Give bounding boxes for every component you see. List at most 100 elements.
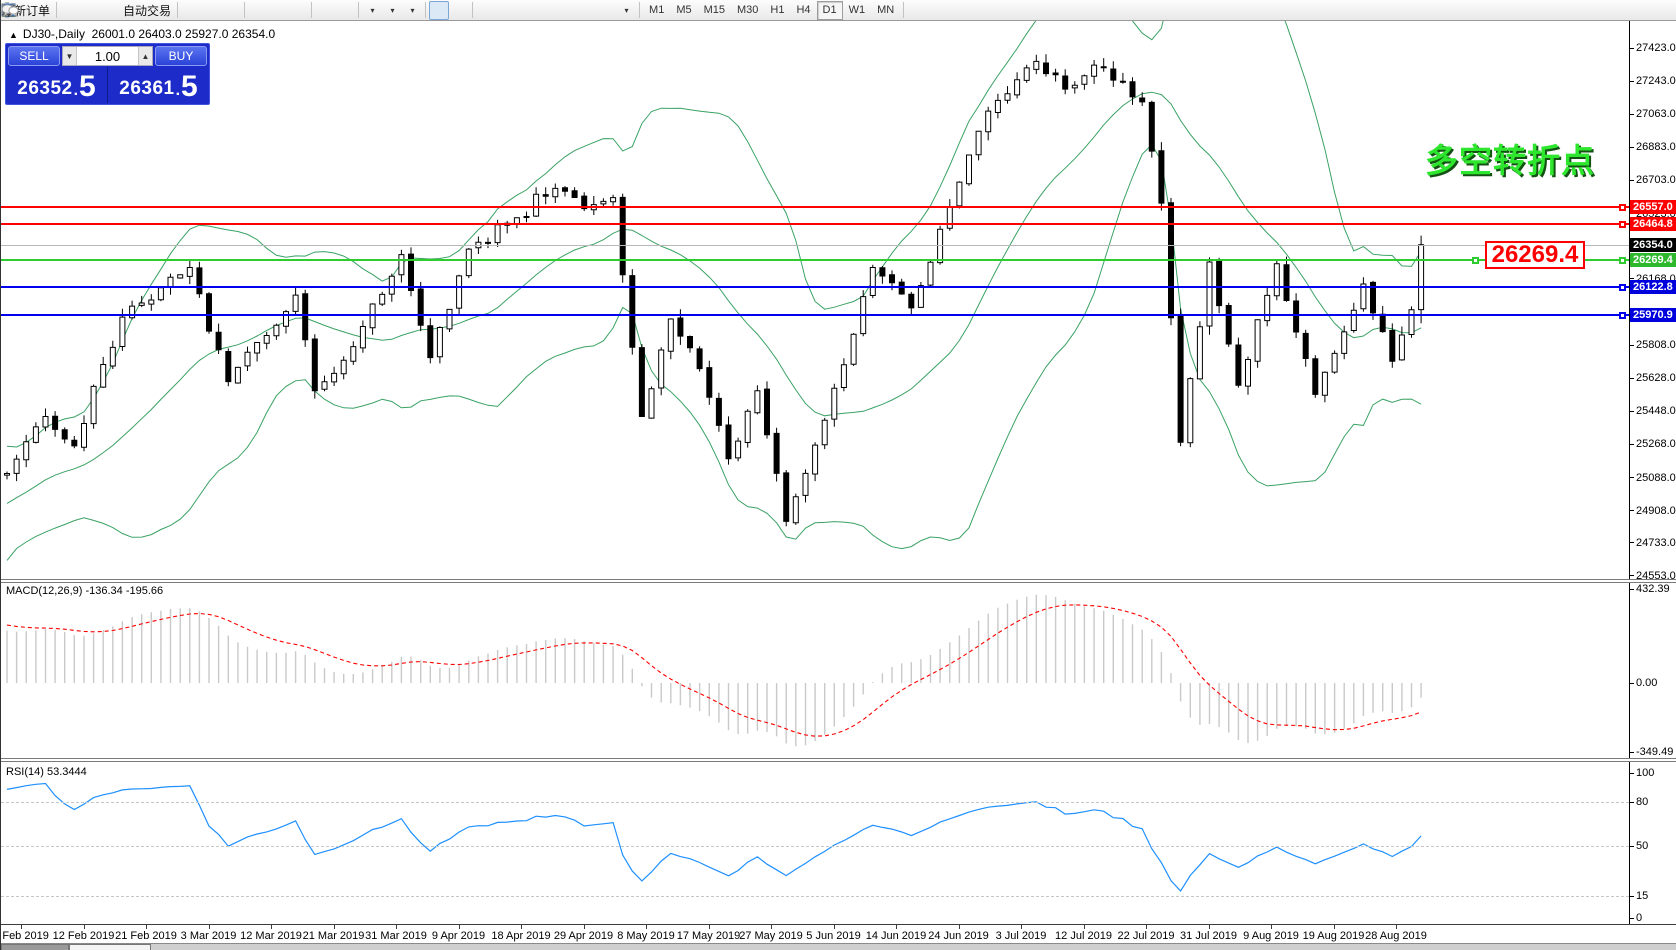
level-line-red[interactable] [1, 206, 1629, 208]
templates-button[interactable]: ▾ [402, 1, 422, 20]
toolbar-separator [177, 2, 178, 18]
volume-increase-button[interactable]: ▲ [138, 47, 152, 65]
level-line-green[interactable] [1, 259, 1629, 261]
chat-button[interactable] [1507, 1, 1527, 20]
line-end-marker[interactable] [1619, 284, 1626, 291]
date-axis[interactable]: 3 Feb 201912 Feb 201921 Feb 20193 Mar 20… [1, 924, 1676, 943]
timeframe-bar: M1M5M15M30H1H4D1W1MN [643, 1, 900, 20]
ohlc-values: 26001.0 26403.0 25927.0 26354.0 [92, 27, 276, 41]
price-tick-mark [1630, 147, 1634, 148]
timeframe-button-D1[interactable]: D1 [817, 1, 843, 20]
sell-button[interactable]: SELL [8, 46, 60, 66]
zoom-in-button[interactable] [248, 1, 268, 20]
line-end-marker[interactable] [1619, 204, 1626, 211]
buy-button[interactable]: BUY [155, 46, 207, 66]
toolbar-separator [472, 2, 473, 18]
price-tick-label: 25808.0 [1636, 339, 1676, 351]
fibonacci-button[interactable]: F [556, 1, 576, 20]
price-tick-mark [1630, 378, 1634, 379]
date-label: 27 May 2019 [739, 930, 803, 942]
signals-button[interactable] [100, 1, 120, 20]
dropdown-caret-icon: ▾ [391, 6, 395, 15]
rsi-line [7, 784, 1421, 892]
price-badge-red: 26557.0 [1630, 200, 1676, 214]
price-tick-label: 26703.0 [1636, 174, 1676, 186]
price-tick-label: 27063.0 [1636, 108, 1676, 120]
timeframe-button-H4[interactable]: H4 [790, 1, 816, 20]
timeframe-button-W1[interactable]: W1 [843, 1, 872, 20]
tile-windows-button[interactable] [288, 1, 308, 20]
bearish-candle-bodies [53, 63, 1395, 521]
chart-shift-button[interactable] [335, 1, 355, 20]
indicators-button[interactable]: ▾ [362, 1, 382, 20]
community-button[interactable] [80, 1, 100, 20]
autotrading-button[interactable]: 自动交易 [120, 1, 174, 20]
chart-tabs-bar [1, 943, 1676, 950]
cursor-button[interactable] [429, 1, 449, 20]
text-label-button[interactable]: T [596, 1, 616, 20]
macd-indicator-label: MACD(12,26,9) -136.34 -195.66 [6, 585, 163, 597]
date-tick-mark [209, 925, 210, 929]
trendline-button[interactable] [516, 1, 536, 20]
line-end-marker[interactable] [1619, 312, 1626, 319]
chart-text-annotation[interactable]: 多空转折点 [1425, 134, 1595, 182]
date-tick-mark [1084, 925, 1085, 929]
chart-tab-active[interactable] [69, 944, 151, 950]
bar-chart-button[interactable] [181, 1, 201, 20]
panel-separator[interactable] [1, 579, 1676, 583]
price-tick-mark [1630, 444, 1634, 445]
toolbar-separator [244, 2, 245, 18]
macd-tick-mark [1630, 683, 1634, 684]
line-end-marker[interactable] [1619, 221, 1626, 228]
timeframe-button-M5[interactable]: M5 [670, 1, 697, 20]
vertical-line-button[interactable] [476, 1, 496, 20]
date-label: 21 Mar 2019 [303, 930, 365, 942]
candlestick-button[interactable] [201, 1, 221, 20]
price-tick-label: 25628.0 [1636, 372, 1676, 384]
rsi-canvas [1, 762, 1629, 924]
toolbar-separator [311, 2, 312, 18]
rsi-level-line [1, 846, 1629, 847]
text-button[interactable]: A [576, 1, 596, 20]
volume-decrease-button[interactable]: ▼ [63, 47, 77, 65]
timeframe-button-MN[interactable]: MN [871, 1, 900, 20]
line-end-marker[interactable] [1472, 257, 1479, 264]
level-line-red[interactable] [1, 223, 1629, 225]
arrows-button[interactable]: ▾ [616, 1, 636, 20]
volume-field[interactable]: 1.00 [77, 47, 138, 65]
collapse-panel-icon[interactable]: ▲ [9, 30, 18, 40]
search-button[interactable] [1487, 1, 1507, 20]
line-end-marker[interactable] [1619, 257, 1626, 264]
dropdown-caret-icon: ▾ [371, 6, 375, 15]
timeframe-button-M1[interactable]: M1 [643, 1, 670, 20]
price-badge-red: 26464.8 [1630, 217, 1676, 231]
timeframe-button-H1[interactable]: H1 [764, 1, 790, 20]
panel-separator[interactable] [1, 758, 1676, 762]
level-line-blue[interactable] [1, 286, 1629, 288]
horizontal-line-button[interactable] [496, 1, 516, 20]
equidistant-channel-button[interactable]: E [536, 1, 556, 20]
date-label: 29 Apr 2019 [554, 930, 613, 942]
zoom-out-button[interactable] [268, 1, 288, 20]
date-tick-mark [146, 925, 147, 929]
toolbar-separator [903, 2, 904, 18]
buy-price[interactable]: 26361 . 5 [108, 67, 209, 103]
price-callout-box[interactable]: 26269.4 [1485, 241, 1585, 269]
level-line-blue[interactable] [1, 314, 1629, 316]
chart-tab[interactable] [1, 944, 69, 950]
line-chart-button[interactable] [221, 1, 241, 20]
date-label: 22 Jul 2019 [1118, 930, 1175, 942]
date-label: 18 Apr 2019 [491, 930, 550, 942]
date-tick-mark [396, 925, 397, 929]
auto-scroll-button[interactable] [315, 1, 335, 20]
timeframe-button-M30[interactable]: M30 [731, 1, 764, 20]
macd-tick-mark [1630, 589, 1634, 590]
market-button[interactable] [60, 1, 80, 20]
timeframe-button-M15[interactable]: M15 [698, 1, 731, 20]
sell-price[interactable]: 26352 . 5 [6, 67, 108, 103]
date-label: 31 Jul 2019 [1180, 930, 1237, 942]
rsi-tick-mark [1630, 846, 1634, 847]
rsi-level-line [1, 802, 1629, 803]
periods-button[interactable]: ▾ [382, 1, 402, 20]
crosshair-button[interactable] [449, 1, 469, 20]
